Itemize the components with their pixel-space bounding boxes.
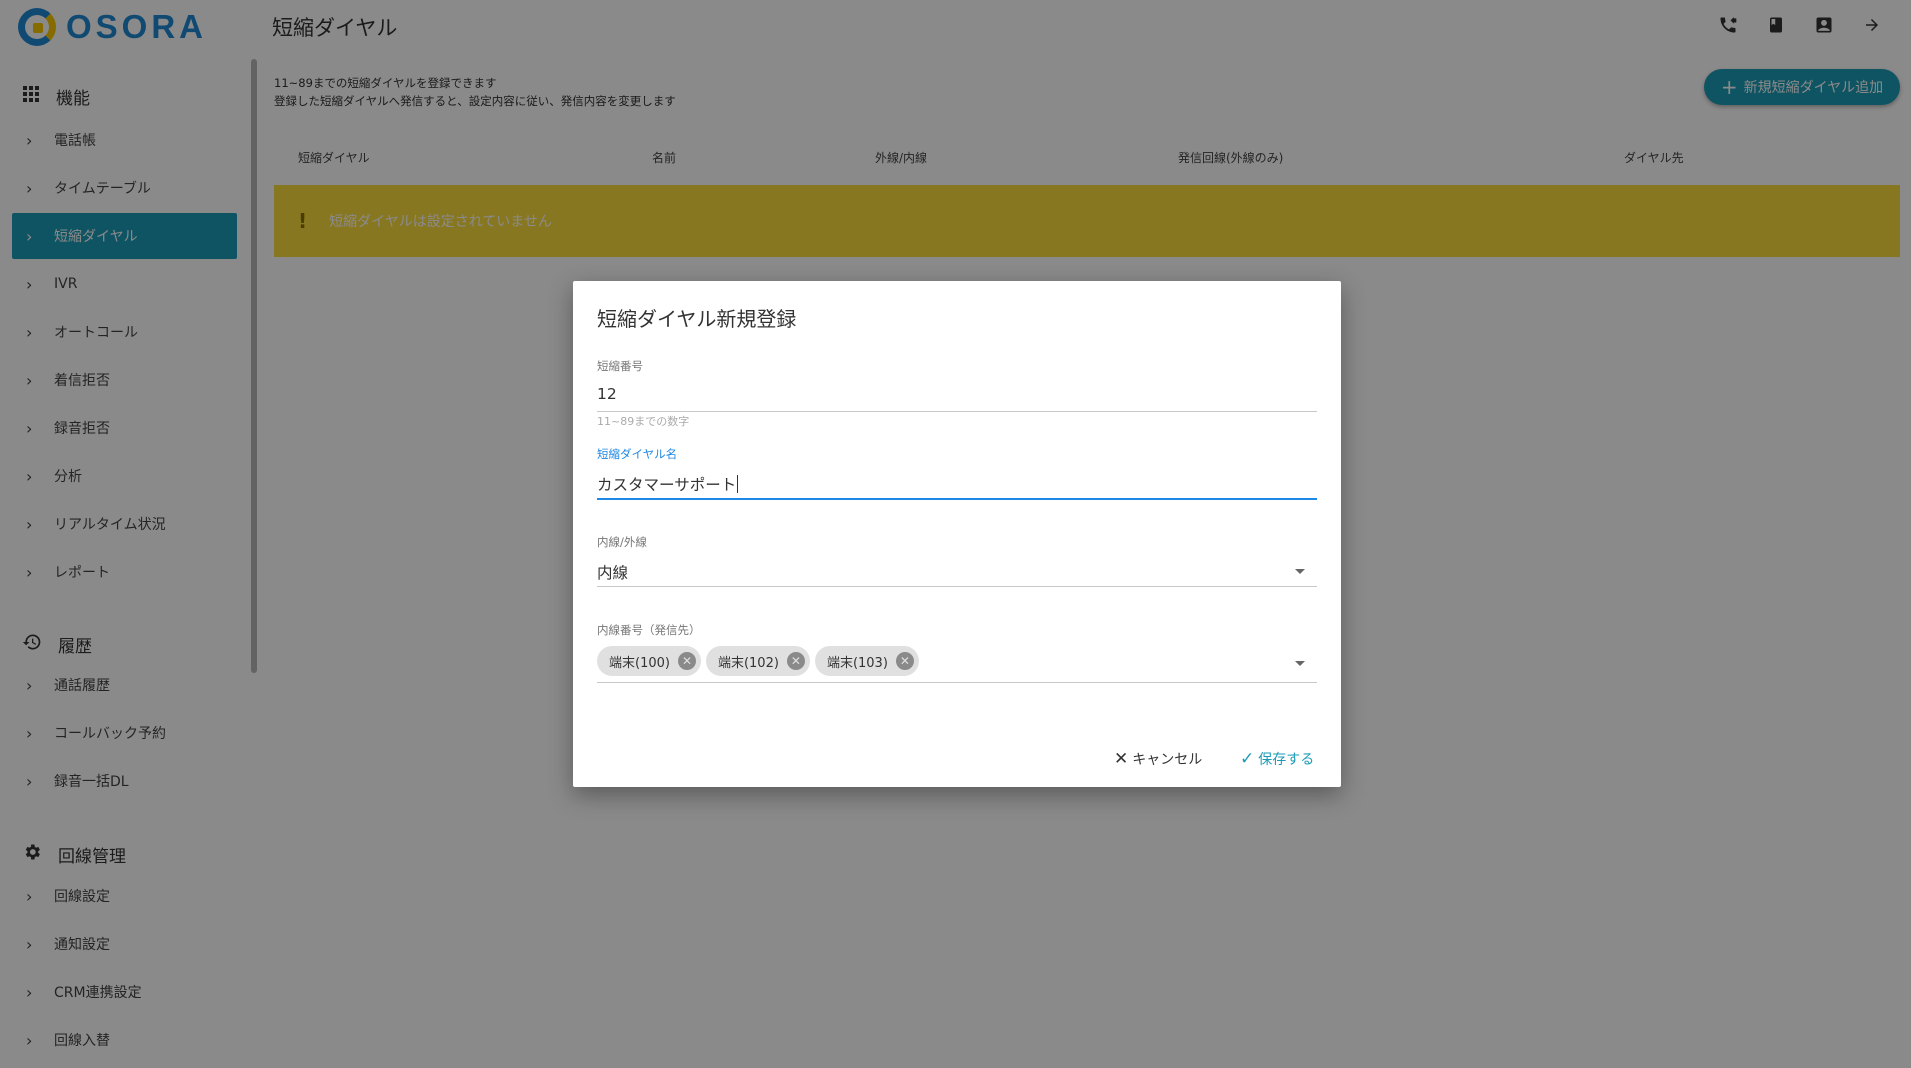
cancel-button-label: キャンセル [1132, 752, 1203, 768]
cancel-button[interactable]: ✕ キャンセル [1114, 749, 1202, 769]
text-caret [737, 475, 739, 493]
chip-label: 端末(103) [826, 655, 888, 671]
number-field-hint: 11~89までの数字 [597, 415, 690, 428]
line-type-underline [597, 586, 1317, 587]
name-field[interactable]: カスタマーサポート [597, 473, 739, 495]
close-icon[interactable]: ✕ [677, 652, 696, 670]
number-field[interactable]: 12 [597, 385, 617, 403]
extension-chip: 端末(100) ✕ [597, 646, 701, 676]
check-icon: ✓ [1240, 749, 1255, 769]
chevron-down-icon[interactable] [1295, 569, 1305, 574]
chevron-down-icon[interactable] [1295, 661, 1305, 666]
close-icon: ✕ [1114, 749, 1129, 769]
chip-label: 端末(102) [717, 655, 779, 671]
extension-field-label: 内線番号（発信先） [597, 623, 701, 637]
extension-chip: 端末(103) ✕ [814, 646, 919, 676]
close-icon[interactable]: ✕ [895, 652, 914, 670]
name-field-value: カスタマーサポート [597, 476, 737, 494]
name-field-underline [597, 498, 1317, 500]
extension-chip: 端末(102) ✕ [705, 646, 810, 676]
close-icon[interactable]: ✕ [786, 652, 805, 670]
chip-label: 端末(100) [609, 655, 670, 671]
extension-chips[interactable]: 端末(100) ✕ 端末(102) ✕ 端末(103) ✕ [597, 646, 919, 676]
name-field-label: 短縮ダイヤル名 [597, 447, 678, 461]
save-button[interactable]: ✓ 保存する [1240, 749, 1314, 769]
line-type-field-label: 内線/外線 [597, 535, 647, 549]
number-field-underline [597, 411, 1317, 412]
save-button-label: 保存する [1258, 752, 1315, 768]
extension-field-underline [597, 682, 1317, 683]
dialog-title: 短縮ダイヤル新規登録 [597, 307, 797, 331]
line-type-select[interactable]: 内線 [597, 561, 628, 583]
number-field-label: 短縮番号 [597, 359, 643, 373]
speed-dial-create-dialog: 短縮ダイヤル新規登録 短縮番号 12 11~89までの数字 短縮ダイヤル名 カス… [573, 281, 1341, 787]
